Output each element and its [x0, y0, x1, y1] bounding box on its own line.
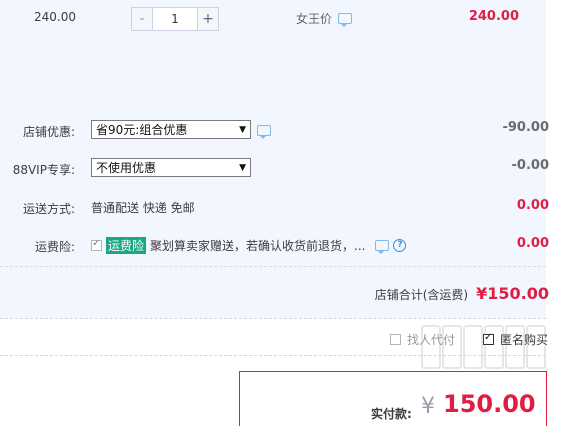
store-total-label: 店铺合计(含运费) [374, 288, 469, 302]
insurance-label: 运费险: [34, 240, 75, 254]
payment-box: 实付款: ¥ 150.00 [239, 371, 547, 426]
purchase-options: 找人代付 匿名购买 [389, 331, 548, 348]
chevron-down-icon: ▼ [239, 162, 246, 173]
item-subtotal: 240.00 [468, 9, 519, 24]
chat-icon[interactable] [338, 13, 353, 27]
anonymous-label: 匿名购买 [499, 333, 548, 347]
increase-button[interactable]: + [197, 8, 218, 30]
shipping-method: 普通配送 快递 免邮 [91, 201, 195, 215]
chat-icon[interactable] [257, 125, 271, 139]
options-divider [0, 355, 546, 356]
proxy-pay-checkbox[interactable] [389, 334, 401, 345]
proxy-pay-label: 找人代付 [406, 333, 455, 347]
section-divider [0, 318, 546, 319]
seller-contact[interactable]: 女王价 [296, 10, 353, 27]
seller-name: 女王价 [296, 12, 333, 26]
shipping-label: 运送方式: [22, 202, 75, 216]
item-row: 240.00 - 1 + 女王价 240.00 [0, 0, 546, 110]
anonymous-checkbox[interactable] [482, 332, 494, 345]
store-discount-select[interactable]: 省90元:组合优惠 ▼ [91, 120, 251, 139]
store-total: 店铺合计(含运费) ¥150.00 [375, 284, 549, 303]
proxy-pay-option[interactable]: 找人代付 [389, 331, 455, 348]
chat-icon[interactable] [375, 240, 390, 254]
insurance-text: 聚划算卖家赠送，若确认收货前退货，... [150, 239, 366, 253]
panel-divider [0, 266, 546, 267]
unit-price: 240.00 [34, 10, 76, 24]
insurance-checkbox[interactable] [91, 238, 102, 251]
anonymous-option[interactable]: 匿名购买 [482, 331, 548, 348]
store-discount-amount: -90.00 [502, 120, 549, 135]
shipping-amount: 0.00 [516, 198, 549, 213]
vip-selected: 不使用优惠 [96, 161, 157, 175]
insurance-amount: 0.00 [516, 236, 549, 251]
vip-amount: -0.00 [511, 158, 549, 173]
quantity-input[interactable]: 1 [153, 8, 197, 30]
store-discount-label: 店铺优惠: [22, 125, 75, 139]
store-total-amount: ¥150.00 [476, 284, 549, 303]
store-discount-selected: 省90元:组合优惠 [96, 123, 188, 137]
quantity-stepper[interactable]: - 1 + [131, 7, 219, 31]
insurance-detail: 运费险 聚划算卖家赠送，若确认收货前退货，... ? [91, 237, 407, 254]
chevron-down-icon: ▼ [239, 124, 246, 135]
vip-select[interactable]: 不使用优惠 ▼ [91, 158, 251, 177]
payment-currency: ¥ [421, 394, 435, 419]
decrease-button[interactable]: - [132, 8, 153, 30]
vip-label: 88VIP专享: [12, 163, 75, 177]
payment-label: 实付款: [371, 407, 412, 421]
insurance-tag: 运费险 [106, 237, 147, 254]
payment-amount: 150.00 [443, 390, 536, 418]
help-icon[interactable]: ? [393, 239, 407, 252]
